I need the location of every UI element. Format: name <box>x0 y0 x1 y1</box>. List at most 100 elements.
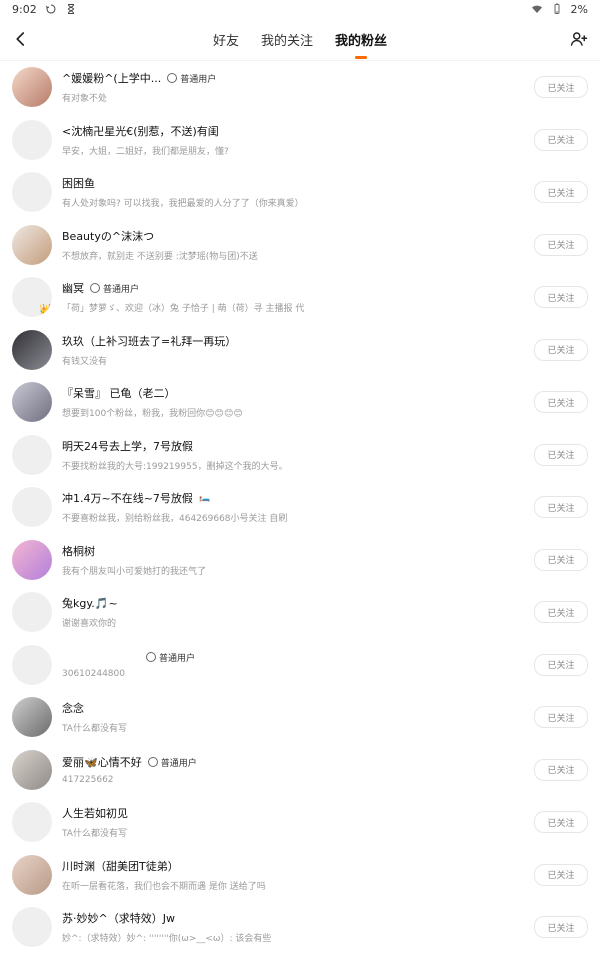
followed-button[interactable]: 已关注 <box>534 758 588 781</box>
user-signature: 我有个朋友叫小可爱她打的我还气了 <box>62 566 207 577</box>
user-signature: 谢谢喜欢你的 <box>62 619 117 630</box>
list-item[interactable]: 普通用户 30610244800 已关注 <box>0 639 600 692</box>
followed-button[interactable]: 已关注 <box>534 233 588 256</box>
title-line: 兔kgy.🎵~ <box>62 595 524 611</box>
wifi-icon <box>531 3 543 15</box>
item-texts: <沈楠卍星光€(别惹，不送)有闺 早安，大姐，二姐好，我们都是朋友，懂? <box>62 123 524 157</box>
list-item[interactable]: 苏·妙妙^（求特效）Jw 妙^:（求特效）妙^: ''''''''你(ω>__<… <box>0 901 600 954</box>
title-line: 格桐树 <box>62 543 524 559</box>
followed-button[interactable]: 已关注 <box>534 391 588 414</box>
avatar <box>12 224 52 265</box>
add-user-icon <box>570 32 588 46</box>
user-badge: 普通用户 <box>146 651 195 664</box>
avatar <box>12 907 52 948</box>
title-line: 念念 <box>62 700 524 716</box>
user-name: ^媛媛粉^(上学中... <box>62 72 162 86</box>
bed-icon: 🛏️ <box>198 493 211 504</box>
avatar <box>12 67 52 108</box>
list-item[interactable]: 『呆雪』 已龟（老二） 想要到100个粉丝，粉我，我粉回你😊😊😊😊 已关注 <box>0 376 600 429</box>
followed-button[interactable]: 已关注 <box>534 286 588 309</box>
user-signature: 妙^:（求特效）妙^: ''''''''你(ω>__<ω）: 该会有些 <box>62 934 272 945</box>
list-item[interactable]: 川时渊（甜美团T徒弟） 在听一层看花落，我们也会不期而遇 是你 送给了吗 已关注 <box>0 849 600 902</box>
badge-icon <box>147 757 158 768</box>
followed-button[interactable]: 已关注 <box>534 181 588 204</box>
avatar <box>12 749 52 790</box>
user-signature: 「荷」梦萝ゞ、欢迎（冰）兔 子恰子 | 萌（荷）寻 主播报 代 <box>62 304 305 315</box>
list-item[interactable]: 玖玖（上补习班去了=礼拜一再玩） 有钱又没有 已关注 <box>0 324 600 377</box>
avatar <box>12 487 52 528</box>
followed-button[interactable]: 已关注 <box>534 496 588 519</box>
followed-button[interactable]: 已关注 <box>534 706 588 729</box>
user-name: 苏·妙妙^（求特效）Jw <box>62 912 175 926</box>
avatar <box>12 172 52 213</box>
user-signature: 有人处对象吗? 可以找我，我把最爱的人分了了（你来真爱） <box>62 199 304 210</box>
avatar: 👑 <box>12 277 52 318</box>
add-friend-button[interactable] <box>566 26 592 52</box>
title-line: 冲1.4万~不在线~7号放假 🛏️ <box>62 490 524 506</box>
list-item[interactable]: 念念 TA什么都没有写 已关注 <box>0 691 600 744</box>
list-item[interactable]: Beautyの^沫沫つ 不想放弃，就别走 不送别要 :沈梦瑶(物与团)不送 已关… <box>0 219 600 272</box>
sync-icon <box>45 3 57 15</box>
list-item[interactable]: 👑 幽冥 普通用户 「荷」梦萝ゞ、欢迎（冰）兔 子恰子 | 萌（荷）寻 主播报 … <box>0 271 600 324</box>
badge-icon <box>167 73 178 84</box>
followed-button[interactable]: 已关注 <box>534 863 588 886</box>
tab-followers[interactable]: 我的粉丝 <box>333 24 389 55</box>
user-signature: 有钱又没有 <box>62 356 108 367</box>
title-line: <沈楠卍星光€(别惹，不送)有闺 <box>62 123 524 139</box>
followed-button[interactable]: 已关注 <box>534 128 588 151</box>
status-bar: 9:02 2% <box>0 0 600 18</box>
list-item[interactable]: 冲1.4万~不在线~7号放假 🛏️ 不要喜粉丝我，别给粉丝我，464269668… <box>0 481 600 534</box>
battery-percent: 2% <box>570 2 588 16</box>
badge-label: 普通用户 <box>103 284 140 295</box>
avatar <box>12 539 52 580</box>
item-texts: 『呆雪』 已龟（老二） 想要到100个粉丝，粉我，我粉回你😊😊😊😊 <box>62 385 524 419</box>
user-id: 417225662 <box>62 775 114 786</box>
followed-button[interactable]: 已关注 <box>534 548 588 571</box>
followed-button[interactable]: 已关注 <box>534 76 588 99</box>
top-nav: 好友 我的关注 我的粉丝 <box>0 18 600 61</box>
title-line: 『呆雪』 已龟（老二） <box>62 385 524 401</box>
avatar <box>12 802 52 843</box>
item-texts: 玖玖（上补习班去了=礼拜一再玩） 有钱又没有 <box>62 333 524 367</box>
item-texts: 普通用户 30610244800 <box>62 651 524 679</box>
title-line: 困困鱼 <box>62 175 524 191</box>
list-item[interactable]: 格桐树 我有个朋友叫小可爱她打的我还气了 已关注 <box>0 534 600 587</box>
avatar <box>12 644 52 685</box>
status-left: 9:02 <box>12 3 77 16</box>
item-texts: 格桐树 我有个朋友叫小可爱她打的我还气了 <box>62 543 524 577</box>
list-item[interactable]: ^媛媛粉^(上学中... 普通用户 有对象不处 已关注 <box>0 61 600 114</box>
followed-button[interactable]: 已关注 <box>534 443 588 466</box>
list-item[interactable]: 兔kgy.🎵~ 谢谢喜欢你的 已关注 <box>0 586 600 639</box>
back-button[interactable] <box>8 26 34 52</box>
followed-button[interactable]: 已关注 <box>534 338 588 361</box>
user-signature: 不想放弃，就别走 不送别要 :沈梦瑶(物与团)不送 <box>62 251 258 262</box>
followed-button[interactable]: 已关注 <box>534 916 588 939</box>
user-name: 人生若如初见 <box>62 807 128 821</box>
avatar <box>12 434 52 475</box>
user-name: 困困鱼 <box>62 177 95 191</box>
list-item[interactable]: 爱丽🦋心情不好 普通用户 417225662 已关注 <box>0 744 600 797</box>
list-item[interactable]: 明天24号去上学，7号放假 不要找粉丝我的大号:199219955，删掉这个我的… <box>0 429 600 482</box>
followers-list: ^媛媛粉^(上学中... 普通用户 有对象不处 已关注 <沈楠卍星光€(别惹，不… <box>0 61 600 954</box>
tab-following[interactable]: 我的关注 <box>259 24 315 55</box>
avatar <box>12 592 52 633</box>
user-badge: 普通用户 <box>147 756 197 769</box>
list-item[interactable]: 人生若如初见 TA什么都没有写 已关注 <box>0 796 600 849</box>
list-item[interactable]: <沈楠卍星光€(别惹，不送)有闺 早安，大姐，二姐好，我们都是朋友，懂? 已关注 <box>0 114 600 167</box>
user-signature: 有对象不处 <box>62 94 108 105</box>
hourglass-icon <box>65 3 77 15</box>
followed-button[interactable]: 已关注 <box>534 811 588 834</box>
badge-icon <box>90 283 100 294</box>
followed-button[interactable]: 已关注 <box>534 601 588 624</box>
avatar <box>12 854 52 895</box>
avatar <box>12 119 52 160</box>
status-right: 2% <box>531 3 588 16</box>
user-signature: 不要找粉丝我的大号:199219955，删掉这个我的大号。 <box>62 461 288 472</box>
user-signature: TA什么都没有写 <box>62 724 127 735</box>
followed-button[interactable]: 已关注 <box>534 653 588 676</box>
list-item[interactable]: 困困鱼 有人处对象吗? 可以找我，我把最爱的人分了了（你来真爱） 已关注 <box>0 166 600 219</box>
item-texts: 冲1.4万~不在线~7号放假 🛏️ 不要喜粉丝我，别给粉丝我，464269668… <box>62 490 524 524</box>
badge-icon <box>146 652 156 663</box>
tab-friends[interactable]: 好友 <box>211 24 241 55</box>
title-line: 玖玖（上补习班去了=礼拜一再玩） <box>62 333 524 349</box>
